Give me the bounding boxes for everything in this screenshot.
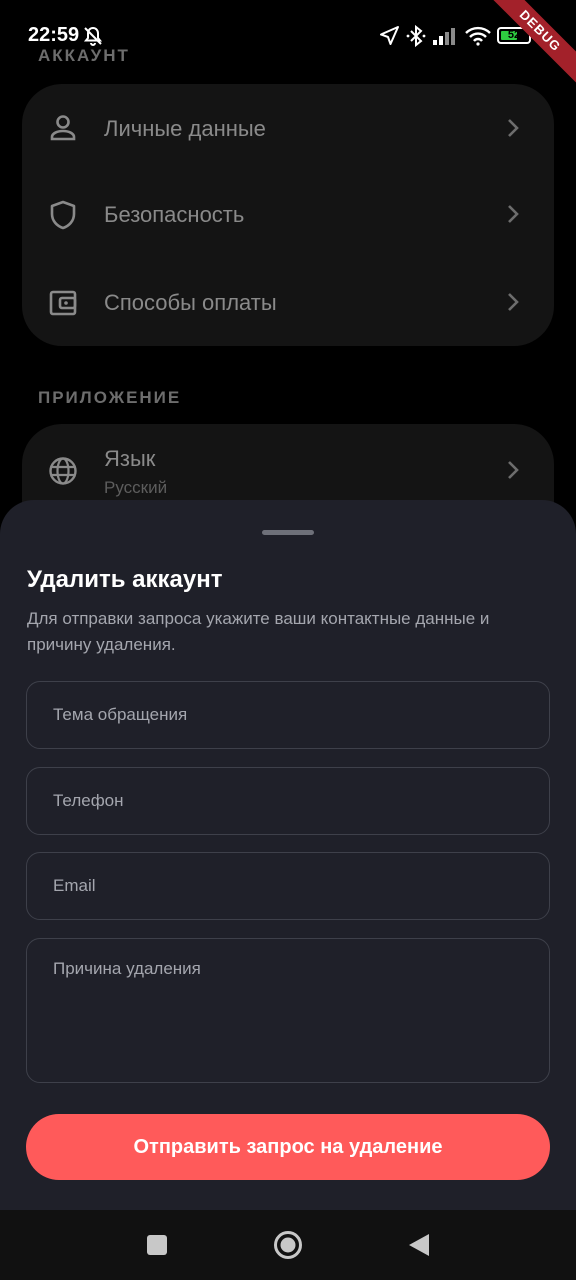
delete-account-sheet: Удалить аккаунт Для отправки запроса ука… xyxy=(0,500,576,1210)
section-label-app: ПРИЛОЖЕНИЕ xyxy=(38,388,182,407)
settings-item-label: Личные данные xyxy=(104,116,266,141)
reason-placeholder: Причина удаления xyxy=(53,959,201,978)
settings-item-security[interactable]: Безопасность xyxy=(22,172,554,260)
email-field[interactable]: Email xyxy=(26,852,550,920)
reason-field[interactable]: Причина удаления xyxy=(26,938,550,1083)
submit-deletion-request-button[interactable]: Отправить запрос на удаление xyxy=(26,1114,550,1180)
recents-icon[interactable] xyxy=(146,1234,168,1261)
back-icon[interactable] xyxy=(408,1233,430,1262)
settings-item-personal-data[interactable]: Личные данные xyxy=(22,84,554,172)
subject-field[interactable]: Тема обращения xyxy=(26,681,550,749)
shield-icon xyxy=(48,200,78,230)
phone-placeholder: Телефон xyxy=(53,791,124,810)
navigation-bar xyxy=(0,1210,576,1280)
sheet-title: Удалить аккаунт xyxy=(27,566,223,593)
settings-item-value: Русский xyxy=(104,478,168,497)
settings-screen: АККАУНТ Личные данные Безопасность Спосо… xyxy=(0,0,576,564)
wallet-icon xyxy=(48,288,78,318)
settings-item-language[interactable]: Язык Русский xyxy=(22,424,554,512)
settings-item-label: Язык xyxy=(104,446,156,471)
account-card: Личные данные Безопасность Способы оплат… xyxy=(22,84,554,346)
email-placeholder: Email xyxy=(53,876,96,895)
subject-placeholder: Тема обращения xyxy=(53,705,188,724)
sheet-description: Для отправки запроса укажите ваши контак… xyxy=(27,609,490,654)
home-icon[interactable] xyxy=(273,1230,303,1265)
section-label-account: АККАУНТ xyxy=(38,46,130,65)
chevron-right-icon xyxy=(506,292,520,312)
phone-field[interactable]: Телефон xyxy=(26,767,550,835)
settings-item-label: Безопасность xyxy=(104,202,245,227)
chevron-right-icon xyxy=(506,204,520,224)
settings-item-label: Способы оплаты xyxy=(104,290,277,315)
globe-icon xyxy=(48,456,78,486)
sheet-drag-handle[interactable] xyxy=(262,530,314,535)
settings-item-payment-methods[interactable]: Способы оплаты xyxy=(22,260,554,348)
person-icon xyxy=(48,113,78,143)
chevron-right-icon xyxy=(506,118,520,138)
chevron-right-icon xyxy=(506,460,520,480)
